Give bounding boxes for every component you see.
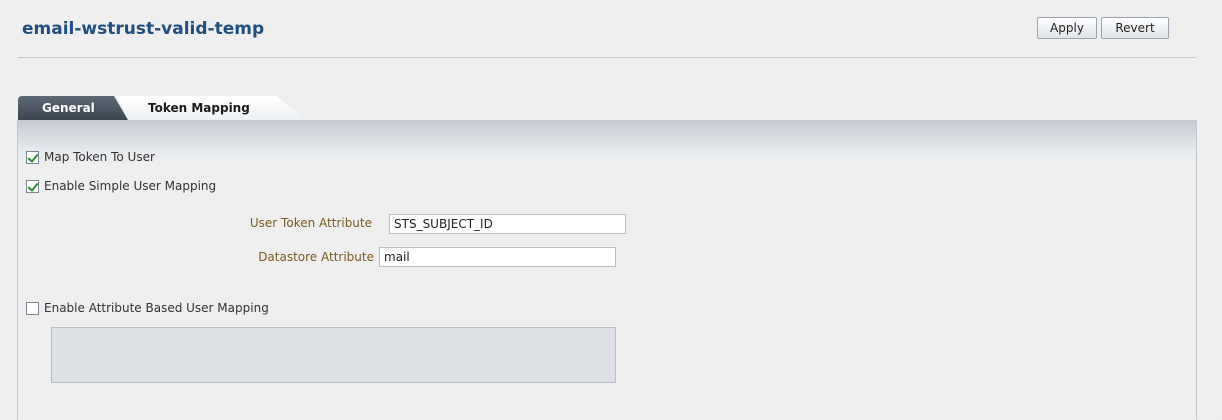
enable-simple-user-mapping-label: Enable Simple User Mapping <box>44 179 217 193</box>
map-token-to-user-label: Map Token To User <box>44 150 155 164</box>
attribute-mapping-box <box>51 327 616 383</box>
revert-button[interactable]: Revert <box>1101 17 1169 39</box>
enable-attribute-based-user-mapping-label: Enable Attribute Based User Mapping <box>44 301 269 315</box>
datastore-attribute-label: Datastore Attribute <box>258 250 374 264</box>
enable-attribute-based-user-mapping-checkbox[interactable] <box>26 301 39 315</box>
map-token-to-user-checkbox[interactable] <box>26 150 39 164</box>
user-token-attribute-label: User Token Attribute <box>249 216 372 230</box>
page-title: email-wstrust-valid-temp <box>22 19 265 39</box>
apply-button[interactable]: Apply <box>1037 17 1097 39</box>
enable-attribute-based-user-mapping-row[interactable]: Enable Attribute Based User Mapping <box>26 300 269 316</box>
enable-simple-user-mapping-checkbox[interactable] <box>26 179 39 193</box>
tab-general[interactable]: General <box>18 96 128 120</box>
user-token-attribute-input[interactable] <box>389 214 626 234</box>
panel-header-band <box>18 121 1196 165</box>
map-token-to-user-row[interactable]: Map Token To User <box>26 149 155 165</box>
header-divider <box>18 57 1196 58</box>
enable-simple-user-mapping-row[interactable]: Enable Simple User Mapping <box>26 178 216 194</box>
datastore-attribute-input[interactable] <box>379 247 616 267</box>
tab-bar: General Token Mapping <box>18 96 418 120</box>
tab-token-mapping[interactable]: Token Mapping <box>116 96 306 120</box>
